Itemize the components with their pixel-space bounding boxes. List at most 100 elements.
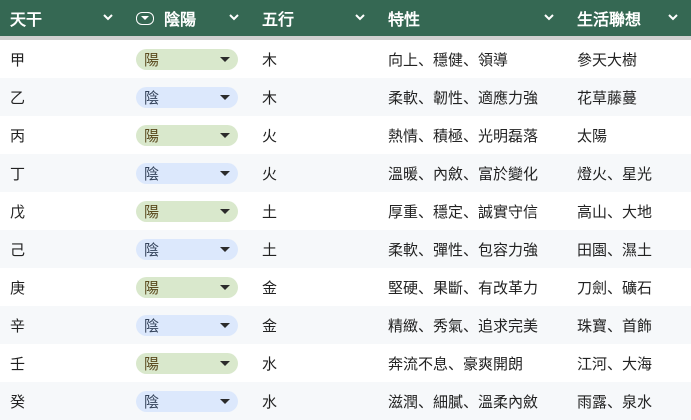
cell-traits[interactable]: 熱情、積極、光明磊落 [378, 116, 567, 154]
cell-text: 水 [262, 392, 278, 411]
cell-traits[interactable]: 向上、穩健、領導 [378, 40, 567, 78]
dropdown-arrow-icon[interactable] [220, 398, 230, 404]
cell-traits[interactable]: 厚重、穩定、誠實守信 [378, 192, 567, 230]
cell-element[interactable]: 土 [252, 230, 378, 268]
cell-assoc[interactable]: 花草藤蔓 [567, 78, 691, 116]
cell-traits[interactable]: 滋潤、細膩、溫柔內斂 [378, 382, 567, 420]
cell-stem[interactable]: 辛 [0, 306, 126, 344]
chevron-down-icon[interactable] [352, 9, 368, 25]
cell-traits[interactable]: 精緻、秀氣、追求完美 [378, 306, 567, 344]
cell-yinyang[interactable]: 陽 [126, 344, 252, 382]
cell-yinyang[interactable]: 陰 [126, 230, 252, 268]
cell-stem[interactable]: 己 [0, 230, 126, 268]
cell-element[interactable]: 火 [252, 116, 378, 154]
chevron-down-icon[interactable] [665, 9, 681, 25]
yinyang-dropdown-chip[interactable]: 陽 [136, 352, 238, 374]
yinyang-dropdown-chip[interactable]: 陰 [136, 390, 238, 412]
dropdown-arrow-icon[interactable] [220, 170, 230, 176]
yinyang-dropdown-chip[interactable]: 陽 [136, 48, 238, 70]
cell-traits[interactable]: 奔流不息、豪爽開朗 [378, 344, 567, 382]
cell-yinyang[interactable]: 陽 [126, 40, 252, 78]
cell-assoc[interactable]: 燈火、星光 [567, 154, 691, 192]
cell-traits[interactable]: 柔軟、彈性、包容力強 [378, 230, 567, 268]
chevron-down-icon[interactable] [226, 9, 242, 25]
dropdown-arrow-icon[interactable] [220, 132, 230, 138]
cell-assoc[interactable]: 參天大樹 [567, 40, 691, 78]
cell-stem[interactable]: 丙 [0, 116, 126, 154]
cell-assoc[interactable]: 珠寶、首飾 [567, 306, 691, 344]
cell-stem[interactable]: 戊 [0, 192, 126, 230]
cell-yinyang[interactable]: 陰 [126, 306, 252, 344]
cell-stem[interactable]: 庚 [0, 268, 126, 306]
cell-traits[interactable]: 堅硬、果斷、有改革力 [378, 268, 567, 306]
cell-element[interactable]: 火 [252, 154, 378, 192]
yinyang-dropdown-chip[interactable]: 陽 [136, 124, 238, 146]
table-row: 庚 陽 金 堅硬、果斷、有改革力 刀劍、礦石 [0, 268, 691, 306]
cell-text: 火 [262, 164, 278, 183]
cell-text: 柔軟、彈性、包容力強 [388, 240, 539, 259]
cell-yinyang[interactable]: 陽 [126, 268, 252, 306]
cell-stem[interactable]: 壬 [0, 344, 126, 382]
cell-text: 木 [262, 88, 278, 107]
chip-label: 陽 [144, 126, 160, 145]
column-header[interactable]: 生活聯想 [567, 0, 691, 36]
dropdown-arrow-icon[interactable] [220, 246, 230, 252]
chip-label: 陽 [144, 278, 160, 297]
cell-stem[interactable]: 癸 [0, 382, 126, 420]
dropdown-arrow-icon[interactable] [220, 322, 230, 328]
chip-label: 陽 [144, 50, 160, 69]
cell-yinyang[interactable]: 陰 [126, 154, 252, 192]
cell-text: 精緻、秀氣、追求完美 [388, 316, 539, 335]
yinyang-dropdown-chip[interactable]: 陽 [136, 276, 238, 298]
cell-stem[interactable]: 乙 [0, 78, 126, 116]
dropdown-arrow-icon[interactable] [220, 208, 230, 214]
cell-assoc[interactable]: 雨露、泉水 [567, 382, 691, 420]
dropdown-arrow-icon[interactable] [220, 284, 230, 290]
column-header[interactable]: 天干 [0, 0, 126, 36]
cell-yinyang[interactable]: 陽 [126, 116, 252, 154]
chevron-down-icon[interactable] [541, 9, 557, 25]
dropdown-arrow-icon[interactable] [220, 360, 230, 366]
cell-yinyang[interactable]: 陰 [126, 78, 252, 116]
cell-yinyang[interactable]: 陰 [126, 382, 252, 420]
cell-element[interactable]: 水 [252, 344, 378, 382]
cell-text: 田園、濕土 [577, 240, 653, 259]
cell-stem[interactable]: 甲 [0, 40, 126, 78]
cell-traits[interactable]: 柔軟、韌性、適應力強 [378, 78, 567, 116]
column-header-label: 陰陽 [164, 10, 197, 29]
table-body: 甲陽木向上、穩健、領導 參天大樹乙陰木柔軟、韌性、適應力強 花草藤蔓丙陽火熱情、積極… [0, 40, 691, 420]
cell-text: 辛 [10, 316, 26, 335]
cell-assoc[interactable]: 江河、大海 [567, 344, 691, 382]
column-header[interactable]: 陰陽 [126, 0, 252, 36]
cell-element[interactable]: 木 [252, 40, 378, 78]
yinyang-dropdown-chip[interactable]: 陰 [136, 162, 238, 184]
cell-assoc[interactable]: 高山、大地 [567, 192, 691, 230]
yinyang-dropdown-chip[interactable]: 陰 [136, 314, 238, 336]
column-header[interactable]: 五行 [252, 0, 378, 36]
yinyang-dropdown-chip[interactable]: 陽 [136, 200, 238, 222]
dropdown-arrow-icon[interactable] [220, 94, 230, 100]
cell-yinyang[interactable]: 陽 [126, 192, 252, 230]
dropdown-arrow-icon[interactable] [220, 56, 230, 62]
cell-element[interactable]: 土 [252, 192, 378, 230]
column-header[interactable]: 特性 [378, 0, 567, 36]
cell-assoc[interactable]: 田園、濕土 [567, 230, 691, 268]
chip-label: 陰 [144, 164, 160, 183]
cell-element[interactable]: 木 [252, 78, 378, 116]
column-header-label: 五行 [262, 10, 295, 29]
cell-assoc[interactable]: 刀劍、礦石 [567, 268, 691, 306]
yinyang-dropdown-chip[interactable]: 陰 [136, 86, 238, 108]
cell-text: 柔軟、韌性、適應力強 [388, 88, 539, 107]
yinyang-dropdown-chip[interactable]: 陰 [136, 238, 238, 260]
cell-element[interactable]: 水 [252, 382, 378, 420]
cell-element[interactable]: 金 [252, 268, 378, 306]
cell-traits[interactable]: 溫暖、內斂、富於變化 [378, 154, 567, 192]
cell-stem[interactable]: 丁 [0, 154, 126, 192]
chevron-down-icon[interactable] [100, 9, 116, 25]
cell-element[interactable]: 金 [252, 306, 378, 344]
column-header-label: 生活聯想 [577, 10, 642, 29]
cell-text: 金 [262, 278, 278, 297]
cell-assoc[interactable]: 太陽 [567, 116, 691, 154]
cell-text: 金 [262, 316, 278, 335]
table-row: 癸 陰 水 滋潤、細膩、溫柔內斂 雨露、泉水 [0, 382, 691, 420]
